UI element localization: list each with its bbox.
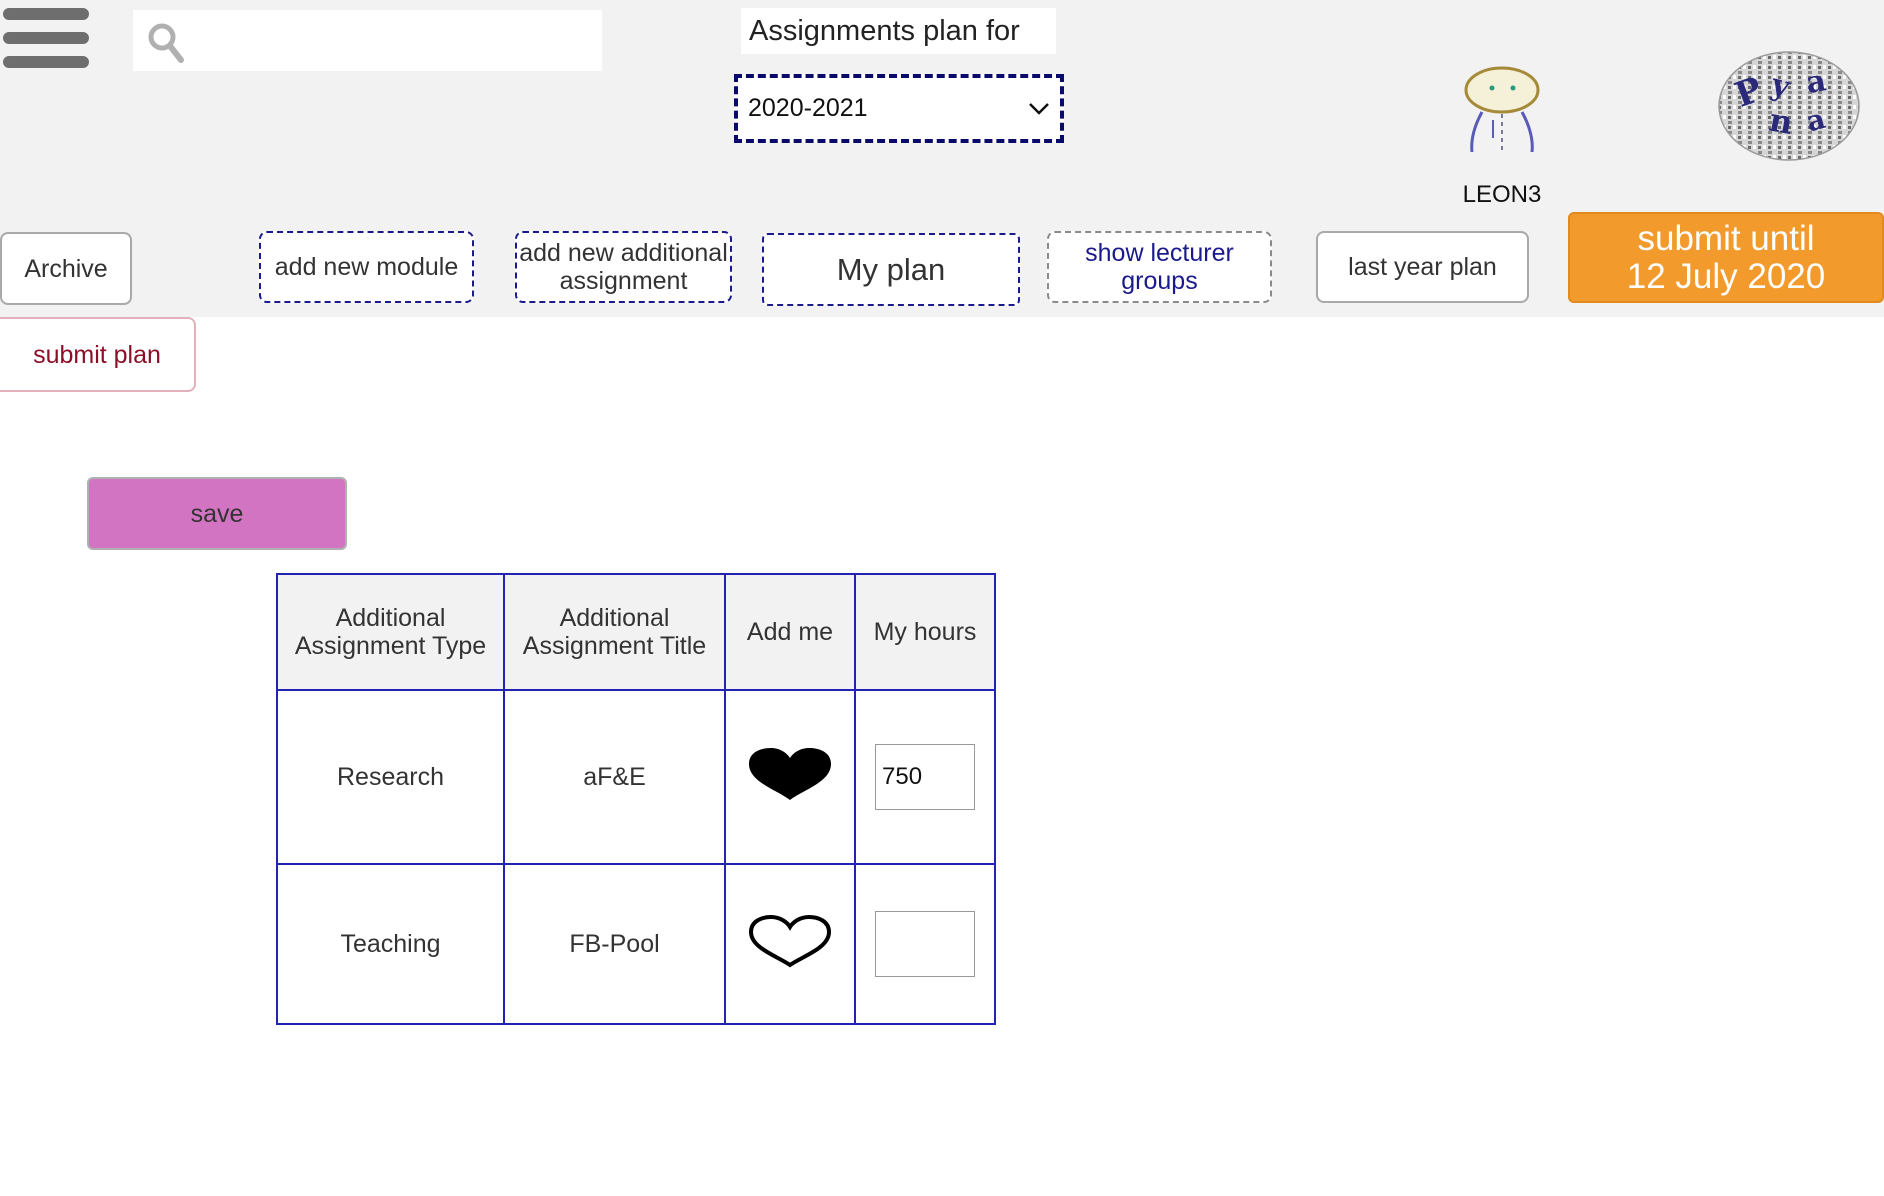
save-button[interactable]: save (87, 477, 347, 550)
table-row: Research aF&E (276, 689, 996, 865)
my-plan-label: My plan (836, 251, 946, 287)
add-new-module-button[interactable]: add new module (259, 231, 474, 303)
page-title-text: Assignments plan for (749, 14, 1020, 47)
submit-until-line1: submit until (1637, 218, 1815, 258)
archive-button[interactable]: Archive (0, 232, 132, 305)
submit-plan-button[interactable]: submit plan (0, 317, 196, 392)
page-title: Assignments plan for (741, 8, 1056, 54)
heart-outline-icon[interactable] (747, 913, 833, 976)
year-select-value: 2020-2021 (748, 94, 868, 122)
column-header-add-me: Add me (724, 573, 856, 691)
chevron-down-icon[interactable] (1028, 94, 1050, 123)
cell-title: aF&E (503, 689, 726, 865)
cell-add-me (724, 689, 856, 865)
archive-button-label: Archive (24, 254, 108, 283)
year-select[interactable]: 2020-2021 (734, 74, 1064, 143)
cell-add-me (724, 863, 856, 1025)
cell-hours (854, 863, 996, 1025)
app-logo[interactable]: P y a n a (1717, 50, 1861, 162)
hours-input[interactable] (875, 911, 975, 977)
header-type-line1: Additional (335, 604, 446, 632)
submit-until-button[interactable]: submit until 12 July 2020 (1568, 212, 1884, 303)
add-additional-label-line2: assignment (559, 267, 688, 295)
last-year-plan-label: last year plan (1348, 253, 1497, 281)
add-additional-label-line1: add new additional (519, 239, 728, 267)
column-header-hours: My hours (854, 573, 996, 691)
search-input[interactable] (195, 20, 590, 60)
heart-filled-icon[interactable] (747, 746, 833, 809)
cell-type: Teaching (276, 863, 505, 1025)
search-icon[interactable] (147, 22, 185, 64)
cell-hours (854, 689, 996, 865)
user-avatar-icon[interactable] (1460, 64, 1544, 156)
show-groups-label-line1: show lecturer (1085, 239, 1234, 267)
my-plan-button[interactable]: My plan (762, 233, 1020, 306)
cell-type: Research (276, 689, 505, 865)
last-year-plan-button[interactable]: last year plan (1316, 231, 1529, 303)
cell-title: FB-Pool (503, 863, 726, 1025)
header-title-line2: Assignment Title (522, 632, 707, 660)
username-label: LEON3 (1462, 181, 1542, 208)
add-new-additional-assignment-button[interactable]: add new additional assignment (515, 231, 732, 303)
hours-input[interactable] (875, 744, 975, 810)
column-header-type: Additional Assignment Type (276, 573, 505, 691)
save-label: save (190, 499, 244, 528)
header-hours: My hours (873, 618, 977, 646)
header-title-line1: Additional (559, 604, 670, 632)
add-new-module-label: add new module (274, 253, 459, 281)
header-add-me: Add me (746, 618, 834, 646)
submit-plan-label: submit plan (33, 340, 161, 369)
search-box[interactable] (133, 10, 602, 71)
table-row: Teaching FB-Pool (276, 863, 996, 1025)
show-groups-label-line2: groups (1121, 267, 1198, 295)
submit-until-line2: 12 July 2020 (1626, 256, 1826, 296)
header-type-line2: Assignment Type (294, 632, 487, 660)
assignments-table: Additional Assignment Type Additional As… (276, 573, 996, 1025)
column-header-title: Additional Assignment Title (503, 573, 726, 691)
show-lecturer-groups-button[interactable]: show lecturer groups (1047, 231, 1272, 303)
table-header-row: Additional Assignment Type Additional As… (276, 573, 996, 691)
hamburger-menu-icon[interactable] (3, 8, 89, 80)
